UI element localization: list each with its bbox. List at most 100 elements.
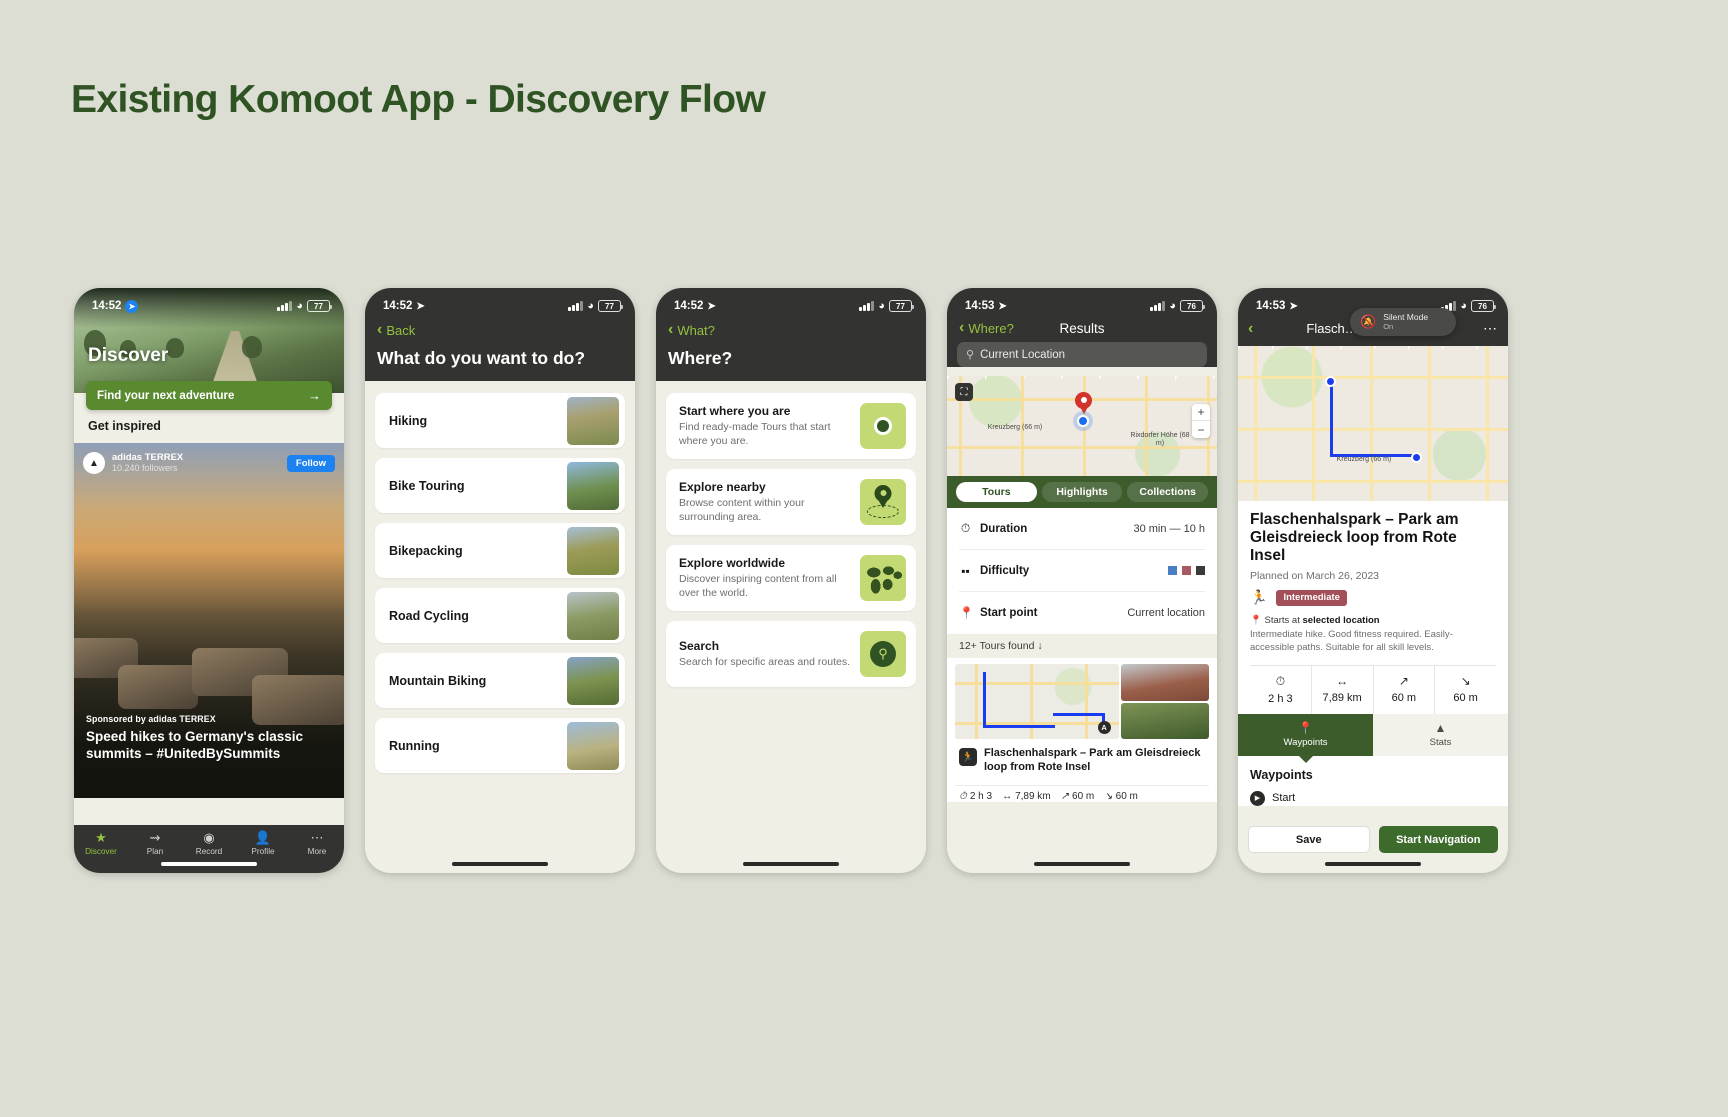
home-indicator [452,862,548,866]
zoom-out-button[interactable]: − [1192,421,1210,438]
tour-result-card[interactable]: A 🏃 Flaschenhalspark – Park am Gleisdrei… [947,658,1217,802]
map-label-rixdorfer: Rixdorfer Höhe (68 m) [1130,432,1190,448]
option-title: Start where you are [679,403,791,418]
waypoint-start-row[interactable]: ▶ Start [1250,790,1496,806]
search-value: Current Location [980,348,1066,361]
tours-found-label: 12+ Tours found ↓ [947,634,1217,658]
tab-record[interactable]: ◉ Record [182,830,236,856]
option-explore-worldwide[interactable]: Explore worldwide Discover inspiring con… [666,545,916,611]
record-circle-icon: ◉ [203,830,215,845]
segment-collections[interactable]: Collections [1127,482,1209,502]
search-input[interactable]: ⚲ Current Location [957,342,1207,367]
status-bar: 14:52 ➤ ◕ 77 [656,288,926,318]
where-options-list: Start where you are Find ready-made Tour… [656,381,926,687]
mountain-icon: ▲ [1434,720,1447,735]
tab-plan-label: Plan [146,847,164,856]
start-navigation-button[interactable]: Start Navigation [1378,826,1498,853]
battery-icon: 77 [307,300,332,312]
starts-prefix: Starts at [1264,615,1300,627]
tab-more[interactable]: ⋯ More [290,830,344,856]
filter-value: 30 min — 10 h [1133,522,1205,535]
activity-label: Mountain Biking [389,673,487,688]
route-end-dot [1411,452,1422,463]
screen-header: 14:53 ➤ ◕ 76 ‹ Where? Results ⚲ Current … [947,288,1217,367]
map-pin-icon: 📍 [1250,615,1262,627]
filter-label: Duration [980,522,1028,535]
home-indicator [743,862,839,866]
chevron-left-icon[interactable]: ‹ [1248,320,1253,337]
map-pin-icon: 📍 [1298,720,1313,735]
search-icon: ⚲ [966,349,975,361]
cellular-bars-icon [277,301,292,311]
tab-discover[interactable]: ★ Discover [74,830,128,856]
tour-stats: ⏱ 2 h 3 ↔ 7,89 km ↗ 60 m ↘ 60 m [955,784,1209,802]
target-dot-icon [860,403,906,449]
status-time: 14:52 [92,300,122,312]
cellular-bars-icon [859,301,874,311]
option-start-where-you-are[interactable]: Start where you are Find ready-made Tour… [666,393,916,459]
follow-button[interactable]: Follow [286,454,335,472]
tour-map[interactable]: Kreuzberg (66 m) [1238,346,1508,501]
activity-row-bikepacking[interactable]: Bikepacking [375,523,625,578]
save-button[interactable]: Save [1248,826,1370,853]
tab-stats[interactable]: ▲ Stats [1373,713,1508,756]
location-arrow-icon: ➤ [416,300,425,312]
results-map[interactable]: ⛶ + − Kreuzberg (66 m) Rixdorfer Höhe (6… [947,376,1217,476]
activity-row-mountain-biking[interactable]: Mountain Biking [375,653,625,708]
option-title: Search [679,638,720,653]
tab-plan[interactable]: ⇝ Plan [128,830,182,856]
tab-record-label: Record [195,847,223,856]
battery-icon: 76 [1471,300,1496,312]
filter-start-point[interactable]: 📍 Start point Current location [959,592,1205,634]
expand-map-icon[interactable]: ⛶ [955,383,973,401]
sponsored-card[interactable]: ▲ adidas TERREX 10.240 followers Follow … [74,443,344,798]
back-button[interactable]: ‹ Back [365,318,635,340]
find-adventure-button[interactable]: Find your next adventure → [86,381,332,410]
detail-tabs: 📍 Waypoints ▲ Stats [1238,713,1508,756]
zoom-in-button[interactable]: + [1192,404,1210,421]
back-button[interactable]: ‹ What? [656,318,926,340]
wifi-icon: ◕ [1460,300,1467,312]
ellipsis-icon: ⋯ [310,830,324,845]
status-time: 14:53 [965,300,995,312]
activity-label: Hiking [389,413,428,428]
hiker-icon: 🏃 [1250,589,1268,606]
descent-icon: ↘ [1104,790,1113,802]
activity-row-bike-touring[interactable]: Bike Touring [375,458,625,513]
tour-start-info: 📍 Starts at selected location [1250,615,1496,628]
play-icon: ▶ [1250,790,1265,806]
stat-value: 7,89 km [1322,691,1362,704]
cellular-bars-icon [1150,301,1165,311]
swatch-expert [1196,566,1205,575]
option-subtitle: Find ready-made Tours that start where y… [679,420,831,447]
filter-duration[interactable]: ⏱ Duration 30 min — 10 h [959,508,1205,550]
stat-duration: ⏱ 2 h 3 [1250,665,1312,714]
segment-highlights[interactable]: Highlights [1041,482,1123,502]
waypoint-label: Start [1272,792,1296,805]
ellipsis-icon[interactable]: ⋯ [1483,320,1498,337]
activity-row-road-cycling[interactable]: Road Cycling [375,588,625,643]
star-icon: ★ [95,830,107,845]
tour-stat-distance: ↔ 7,89 km [1002,790,1051,802]
segment-tours[interactable]: Tours [956,482,1037,502]
filter-difficulty[interactable]: ▪▪ Difficulty [959,550,1205,592]
route-line [983,672,1055,728]
option-title: Explore worldwide [679,555,786,570]
discover-hero: 14:52 ➤ ◕ 77 Discover Find your next adv… [74,288,344,410]
stopwatch-icon: ⏱ [1275,673,1286,688]
nav-row: ‹ Where? Results [947,318,1217,342]
brand-row: ▲ adidas TERREX 10.240 followers Follow [83,452,335,474]
wifi-icon: ◕ [296,300,303,312]
option-explore-nearby[interactable]: Explore nearby Browse content within you… [666,469,916,535]
tab-waypoints[interactable]: 📍 Waypoints [1238,713,1373,756]
tour-stat-ascent: ↗ 60 m [1060,790,1095,802]
option-search[interactable]: Search Search for specific areas and rou… [666,621,916,687]
wifi-icon: ◕ [587,300,594,312]
map-zoom-controls[interactable]: + − [1192,404,1210,438]
activity-row-hiking[interactable]: Hiking [375,393,625,448]
tab-profile[interactable]: 👤 Profile [236,830,290,856]
activity-thumbnail [567,591,619,640]
phone-screen-tour-detail: 14:53 ➤ ◕ 76 ‹ Flasch… Glei… ⋯ 🔕 [1238,288,1508,873]
stat-value: 60 m [1391,691,1417,704]
activity-row-running[interactable]: Running [375,718,625,773]
